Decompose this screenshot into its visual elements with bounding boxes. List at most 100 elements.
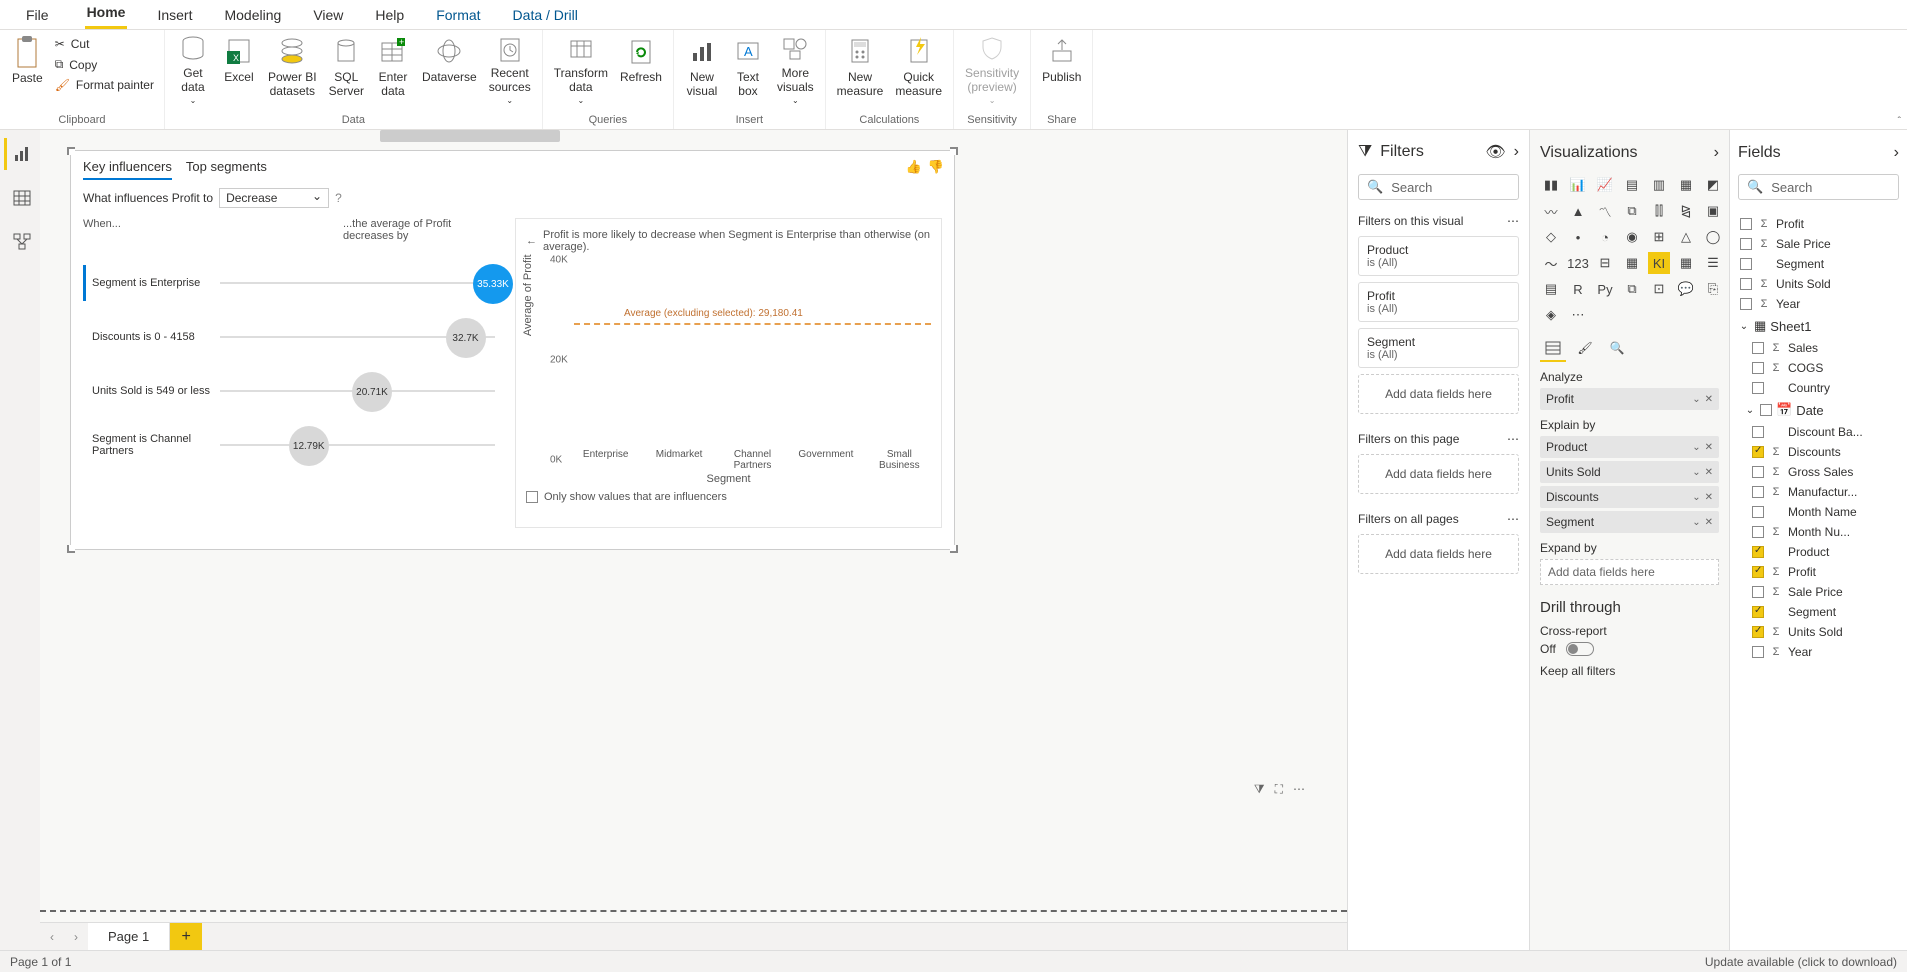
influencer-row[interactable]: Segment is Enterprise35.33K — [83, 256, 503, 310]
viz-type-icon[interactable]: ⊟ — [1594, 252, 1616, 274]
help-icon[interactable]: ? — [335, 191, 342, 205]
more-icon[interactable]: ⋯ — [1507, 214, 1519, 228]
eye-icon[interactable]: 👁 — [1485, 142, 1505, 162]
field-item[interactable]: Month Name — [1750, 502, 1899, 522]
viz-type-icon[interactable]: ⧉ — [1621, 200, 1643, 222]
tab-key-influencers[interactable]: Key influencers — [83, 159, 172, 180]
filters-search[interactable]: 🔍Search — [1358, 174, 1519, 200]
field-item[interactable]: ΣMonth Nu... — [1750, 522, 1899, 542]
checkbox-icon[interactable] — [1752, 586, 1764, 598]
viz-type-icon[interactable]: 〽 — [1594, 200, 1616, 222]
checkbox-icon[interactable] — [1752, 426, 1764, 438]
field-item[interactable]: Discount Ba... — [1750, 422, 1899, 442]
influencer-row[interactable]: Discounts is 0 - 415832.7K — [83, 310, 503, 364]
checkbox-icon[interactable] — [1740, 218, 1752, 230]
field-item[interactable]: ΣProfit — [1750, 562, 1899, 582]
table-sheet1[interactable]: ⌄▦Sheet1 — [1738, 314, 1899, 338]
resize-handle[interactable] — [950, 147, 958, 155]
chevron-right-icon[interactable]: › — [1894, 144, 1899, 162]
checkbox-icon[interactable] — [1752, 626, 1764, 638]
field-item[interactable]: ΣManufactur... — [1750, 482, 1899, 502]
viz-type-icon[interactable]: ▦ — [1621, 252, 1643, 274]
transform-data-button[interactable]: Transform data⌄ — [549, 32, 613, 110]
viz-type-icon[interactable]: ⊞ — [1648, 226, 1670, 248]
chevron-down-icon[interactable]: ⌄ — [1692, 467, 1700, 478]
field-item[interactable]: ΣGross Sales — [1750, 462, 1899, 482]
checkbox-icon[interactable] — [1752, 526, 1764, 538]
viz-type-icon[interactable]: ⧉ — [1621, 278, 1643, 300]
field-item[interactable]: Country — [1750, 378, 1899, 398]
field-item[interactable]: Product — [1750, 542, 1899, 562]
field-item[interactable]: ΣUnits Sold — [1750, 622, 1899, 642]
influencer-row[interactable]: Units Sold is 549 or less20.71K — [83, 364, 503, 418]
format-well-tab[interactable]: 🖌 — [1572, 336, 1598, 362]
data-view-button[interactable] — [4, 182, 36, 214]
viz-type-icon[interactable]: ⎘ — [1702, 278, 1724, 300]
page-next-button[interactable]: › — [64, 923, 88, 950]
viz-type-icon[interactable]: ▮▮ — [1540, 174, 1562, 196]
influencer-row[interactable]: Segment is Channel Partners12.79K — [83, 418, 503, 472]
menu-format[interactable]: Format — [434, 3, 482, 29]
field-item[interactable]: ΣSale Price — [1750, 582, 1899, 602]
viz-type-icon[interactable]: ⊡ — [1648, 278, 1670, 300]
new-visual-button[interactable]: New visual — [680, 32, 724, 110]
checkbox-icon[interactable] — [1752, 342, 1764, 354]
back-arrow-icon[interactable]: ← — [526, 235, 537, 247]
direction-select[interactable]: Decrease — [219, 188, 329, 208]
viz-type-icon[interactable]: ▤ — [1540, 278, 1562, 300]
checkbox-icon[interactable] — [1752, 382, 1764, 394]
remove-field-icon[interactable]: ✕ — [1705, 467, 1713, 478]
field-item[interactable]: Segment — [1738, 254, 1899, 274]
viz-type-icon[interactable]: Py — [1594, 278, 1616, 300]
fields-search[interactable]: 🔍Search — [1738, 174, 1899, 200]
filter-card[interactable]: Segmentis (All) — [1358, 328, 1519, 368]
resize-handle[interactable] — [67, 545, 75, 553]
field-item[interactable]: ΣSales — [1750, 338, 1899, 358]
chevron-right-icon[interactable]: › — [1514, 143, 1519, 161]
remove-field-icon[interactable]: ✕ — [1705, 442, 1713, 453]
viz-type-icon[interactable]: 📈 — [1594, 174, 1616, 196]
field-item[interactable]: ΣSale Price — [1738, 234, 1899, 254]
field-item[interactable]: ΣYear — [1738, 294, 1899, 314]
filter-card[interactable]: Profitis (All) — [1358, 282, 1519, 322]
model-view-button[interactable] — [4, 226, 36, 258]
viz-type-icon[interactable]: ⫿⫿ — [1648, 200, 1670, 222]
viz-type-icon[interactable]: ▤ — [1621, 174, 1643, 196]
enter-data-button[interactable]: +Enter data — [371, 32, 415, 110]
viz-type-icon[interactable]: 💬 — [1675, 278, 1697, 300]
field-well-item[interactable]: Profit⌄✕ — [1540, 388, 1719, 410]
publish-button[interactable]: Publish — [1037, 32, 1086, 110]
viz-type-icon[interactable]: ◩ — [1702, 174, 1724, 196]
format-painter-button[interactable]: 🖌Format painter — [51, 76, 158, 94]
remove-field-icon[interactable]: ✕ — [1705, 517, 1713, 528]
filters-all-drop[interactable]: Add data fields here — [1358, 534, 1519, 574]
analytics-well-tab[interactable]: 🔍 — [1604, 336, 1630, 362]
add-page-button[interactable]: + — [170, 923, 202, 950]
checkbox-icon[interactable] — [1752, 606, 1764, 618]
refresh-button[interactable]: Refresh — [615, 32, 667, 110]
recent-sources-button[interactable]: Recent sources⌄ — [484, 32, 536, 110]
viz-type-icon[interactable]: ⋯ — [1567, 304, 1589, 326]
get-data-button[interactable]: Get data⌄ — [171, 32, 215, 110]
chevron-right-icon[interactable]: › — [1714, 144, 1719, 162]
more-options-icon[interactable]: ⋯ — [1293, 782, 1305, 797]
field-item[interactable]: ΣProfit — [1738, 214, 1899, 234]
excel-button[interactable]: XExcel — [217, 32, 261, 110]
viz-type-icon[interactable]: ☰ — [1702, 252, 1724, 274]
viz-type-icon[interactable]: △ — [1675, 226, 1697, 248]
more-icon[interactable]: ⋯ — [1507, 512, 1519, 526]
checkbox-icon[interactable] — [1760, 404, 1772, 416]
resize-handle[interactable] — [67, 147, 75, 155]
fields-well-tab[interactable] — [1540, 336, 1566, 362]
viz-type-icon[interactable]: • — [1567, 226, 1589, 248]
menu-datadrill[interactable]: Data / Drill — [511, 3, 580, 29]
checkbox-icon[interactable] — [1740, 258, 1752, 270]
report-view-button[interactable] — [4, 138, 36, 170]
viz-type-icon[interactable]: ▦ — [1675, 174, 1697, 196]
tab-top-segments[interactable]: Top segments — [186, 159, 267, 180]
viz-type-icon[interactable]: 〜 — [1540, 252, 1562, 274]
checkbox-icon[interactable] — [1752, 486, 1764, 498]
chevron-down-icon[interactable]: ⌄ — [1692, 442, 1700, 453]
status-update[interactable]: Update available (click to download) — [1705, 955, 1897, 969]
field-item[interactable]: ΣYear — [1750, 642, 1899, 662]
